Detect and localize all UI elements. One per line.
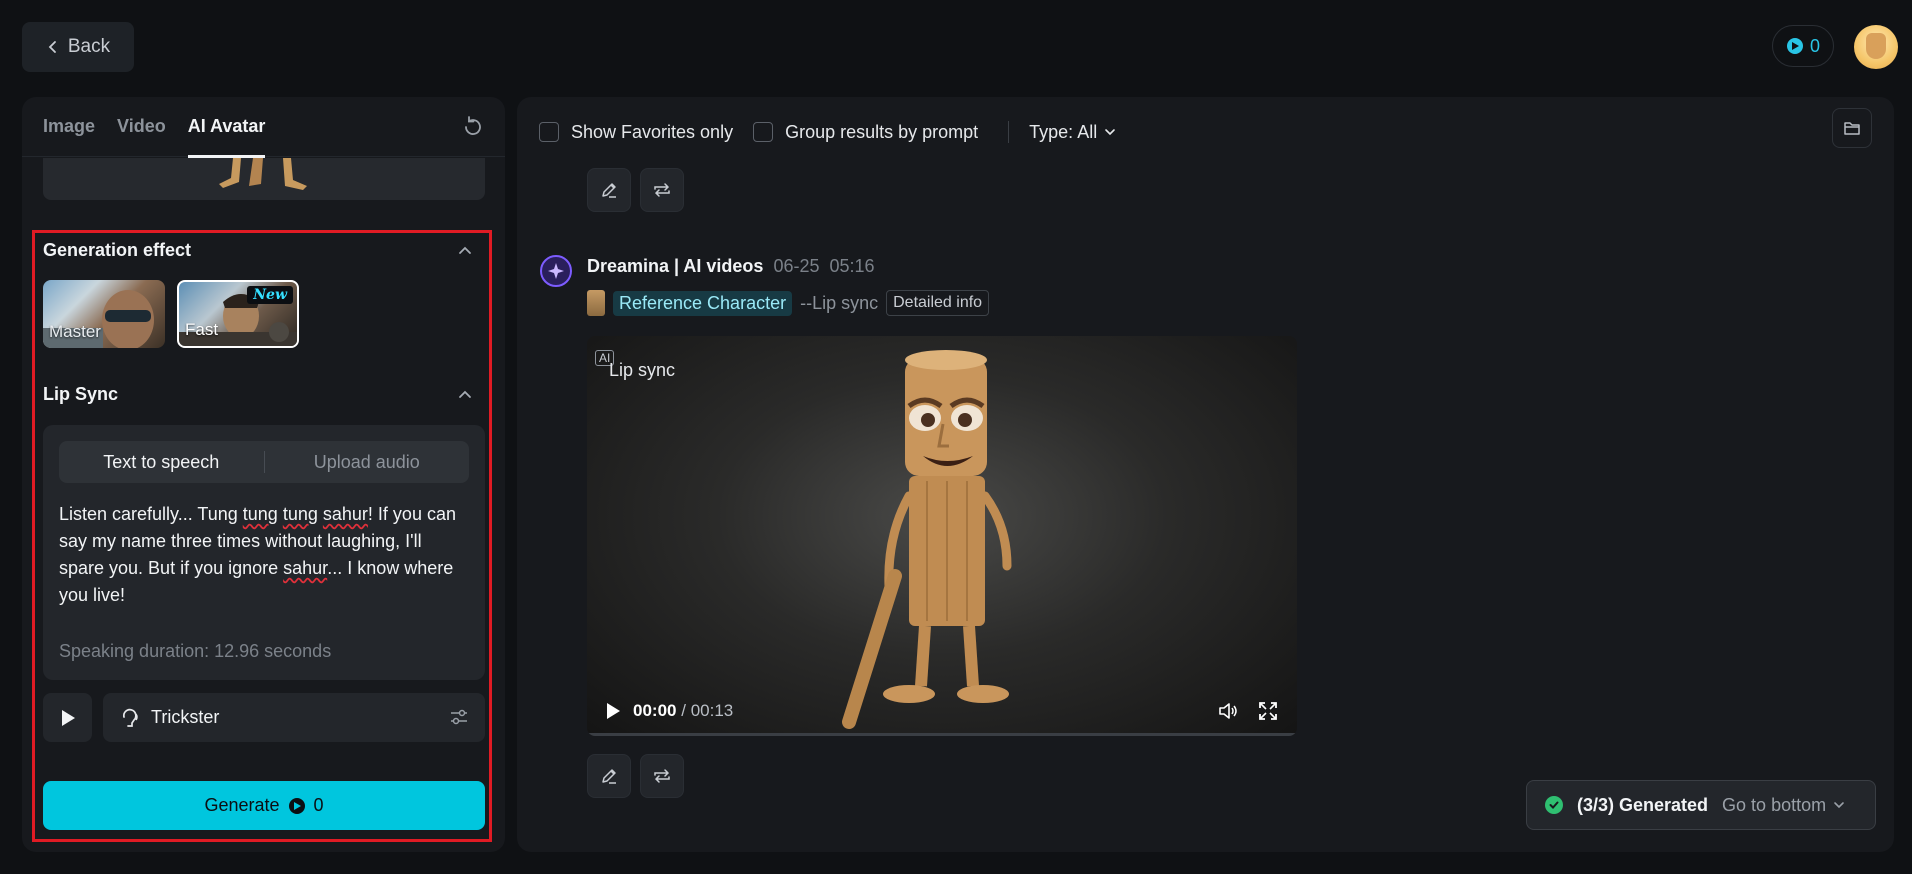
- reset-icon[interactable]: [461, 115, 485, 139]
- group-label: Group results by prompt: [785, 121, 979, 142]
- type-dropdown[interactable]: Type: All: [1029, 122, 1117, 143]
- post-time: 05:16: [829, 256, 875, 276]
- voice-icon: [123, 708, 138, 727]
- effect-master[interactable]: Master: [43, 280, 165, 348]
- video-type-label: Lip sync: [609, 360, 676, 380]
- character-video-frame: [842, 350, 1012, 729]
- voice-name: Trickster: [151, 707, 220, 727]
- repeat-icon: [654, 183, 670, 197]
- credit-icon: [288, 797, 305, 814]
- speech-textarea[interactable]: Listen carefully... Tung tung tung sahur…: [59, 501, 469, 609]
- type-label: Type: All: [1029, 121, 1098, 142]
- misspelled-word: sahur: [283, 558, 328, 578]
- folder-button[interactable]: [1832, 108, 1872, 148]
- chevron-up-icon[interactable]: [456, 242, 474, 260]
- detailed-info-button[interactable]: Detailed info: [886, 290, 990, 316]
- reference-character-tag[interactable]: Reference Character: [613, 290, 793, 316]
- group-checkbox[interactable]: [753, 122, 774, 142]
- lip-sync-mode-toggle: Text to speech Upload audio: [59, 441, 469, 483]
- lip-sync-card: Text to speech Upload audio Listen caref…: [43, 425, 485, 680]
- favorites-filter[interactable]: Show Favorites only: [539, 122, 733, 143]
- pencil-icon: [602, 183, 616, 198]
- chevron-up-icon[interactable]: [456, 386, 474, 404]
- generation-status-toast: (3/3) Generated Go to bottom: [1526, 780, 1876, 830]
- avatar[interactable]: [1854, 25, 1898, 69]
- chevron-down-icon: [1834, 802, 1844, 809]
- generated-count: (3/3) Generated: [1577, 794, 1709, 815]
- speaking-duration: Speaking duration: 12.96 seconds: [59, 641, 332, 661]
- generate-button[interactable]: Generate 0: [43, 781, 485, 830]
- group-filter[interactable]: Group results by prompt: [753, 122, 978, 143]
- credits-count: 0: [1809, 35, 1820, 56]
- character-feet-image: [219, 158, 307, 190]
- go-to-bottom-label: Go to bottom: [1722, 794, 1827, 815]
- credits-pill[interactable]: 0: [1772, 25, 1834, 67]
- post-meta: Reference Character --Lip sync Detailed …: [587, 290, 990, 316]
- repeat-icon: [654, 769, 670, 783]
- tab-video[interactable]: Video: [117, 97, 166, 157]
- credit-icon: [1786, 38, 1803, 54]
- mode-tag: --Lip sync: [800, 292, 879, 313]
- post-date: 06-25: [773, 256, 820, 276]
- video-player[interactable]: AI Lip sync 00:00 / 00:13: [587, 336, 1297, 736]
- upload-audio-option[interactable]: Upload audio: [265, 441, 470, 483]
- edit-button[interactable]: [587, 168, 631, 212]
- video-time-separator: /: [681, 701, 686, 720]
- tab-bar: Image Video AI Avatar: [22, 97, 505, 158]
- effect-fast-label: Fast: [185, 320, 219, 339]
- edit-button[interactable]: [587, 754, 631, 798]
- generation-effect-title: Generation effect: [43, 240, 192, 260]
- video-controls: 00:00 / 00:13: [587, 686, 1297, 736]
- chevron-left-icon: [48, 41, 56, 53]
- play-icon[interactable]: [605, 702, 621, 720]
- misspelled-word: tung: [282, 504, 318, 524]
- back-label: Back: [67, 36, 111, 57]
- misspelled-word: sahur: [322, 504, 368, 524]
- folder-icon: [1844, 122, 1860, 135]
- back-button[interactable]: Back: [22, 22, 134, 72]
- post-header: Dreamina | AI videos 06-25 05:16: [587, 256, 875, 277]
- tab-image[interactable]: Image: [43, 97, 95, 157]
- dreamina-logo-icon: [540, 255, 572, 287]
- generate-cost: 0: [313, 795, 324, 815]
- reference-thumbnail: [587, 290, 605, 316]
- favorites-label: Show Favorites only: [571, 121, 734, 142]
- video-current-time: 00:00: [633, 701, 677, 720]
- new-badge: New: [247, 286, 293, 304]
- go-to-bottom-button[interactable]: Go to bottom: [1722, 795, 1846, 816]
- tab-ai-avatar[interactable]: AI Avatar: [187, 97, 265, 158]
- regenerate-button[interactable]: [640, 754, 684, 798]
- adjust-icon[interactable]: [449, 707, 469, 727]
- divider: [1008, 121, 1010, 143]
- pencil-icon: [602, 769, 616, 784]
- favorites-checkbox[interactable]: [539, 122, 559, 142]
- voice-selector[interactable]: Trickster: [103, 693, 485, 742]
- regenerate-button[interactable]: [640, 168, 684, 212]
- lip-sync-title: Lip Sync: [43, 384, 119, 404]
- character-preview: [43, 158, 485, 200]
- check-circle-icon: [1545, 796, 1563, 814]
- chevron-down-icon: [1105, 129, 1116, 136]
- video-total-time: 00:13: [690, 701, 734, 720]
- play-voice-button[interactable]: [43, 693, 92, 742]
- text-to-speech-option[interactable]: Text to speech: [59, 441, 264, 483]
- post-author: Dreamina | AI videos: [587, 256, 764, 276]
- video-time: 00:00 / 00:13: [633, 701, 733, 721]
- speech-text: Listen carefully... Tung: [59, 504, 243, 524]
- play-icon: [61, 709, 75, 726]
- misspelled-word: tung: [242, 504, 278, 524]
- volume-icon[interactable]: [1217, 700, 1239, 722]
- fullscreen-icon[interactable]: [1257, 700, 1279, 722]
- effect-master-label: Master: [49, 322, 101, 341]
- filter-bar: Show Favorites only Group results by pro…: [539, 115, 1117, 149]
- generate-label: Generate: [204, 795, 280, 815]
- effect-fast[interactable]: New Fast: [177, 280, 299, 348]
- video-progress-bar[interactable]: [587, 733, 1297, 736]
